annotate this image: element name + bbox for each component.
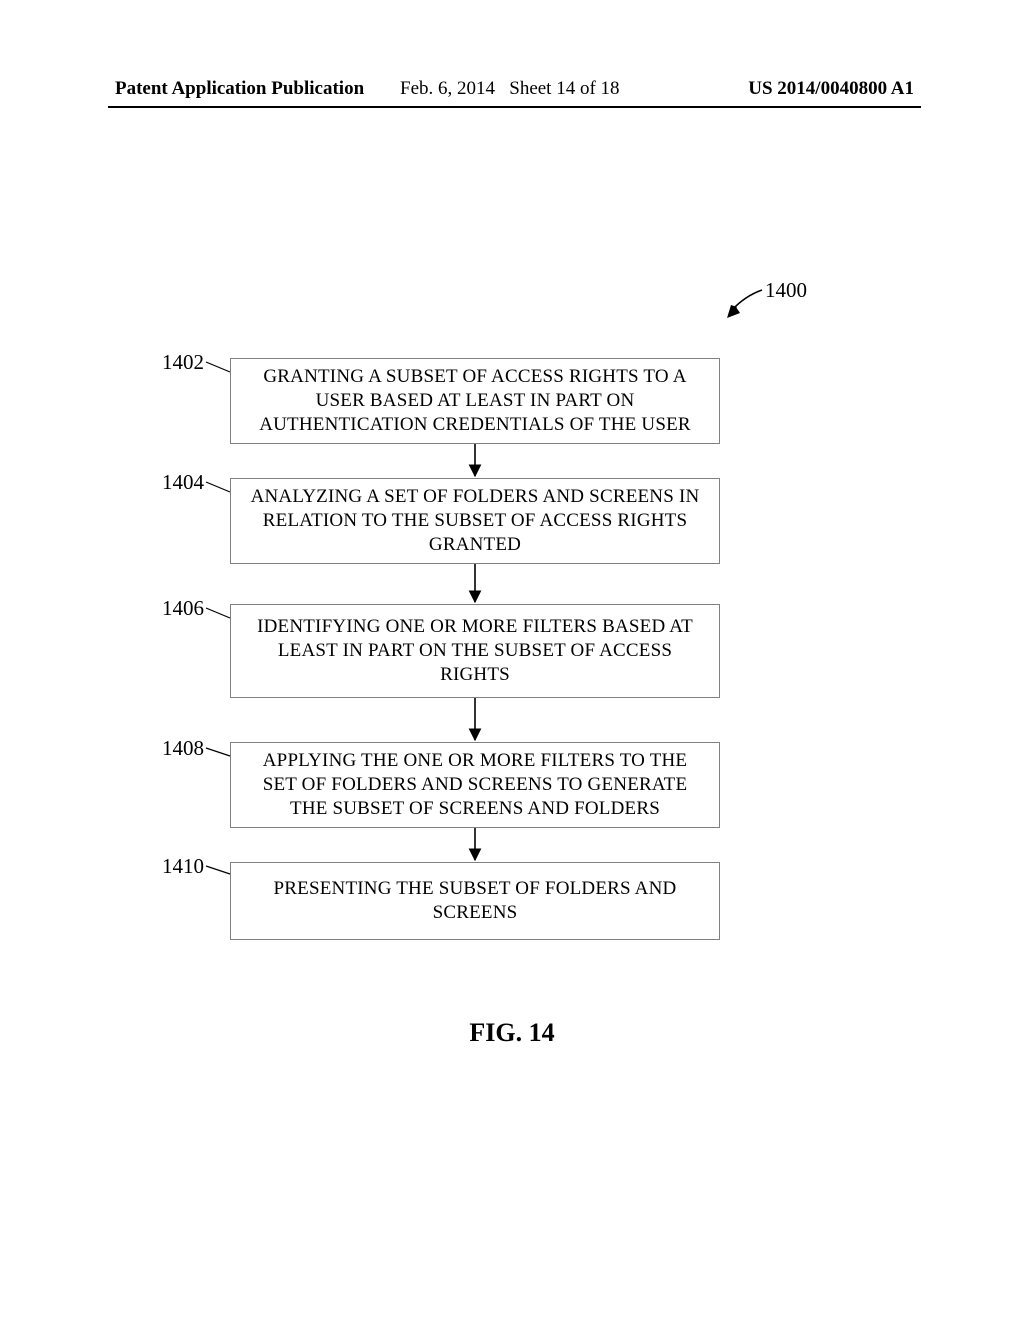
leader-line — [206, 608, 230, 618]
reference-numeral-overall: 1400 — [765, 278, 807, 303]
figure-caption: FIG. 14 — [0, 1018, 1024, 1048]
flow-step-text: IDENTIFYING ONE OR MORE FILTERS BASED AT… — [245, 615, 705, 686]
leader-line — [206, 748, 230, 756]
flow-step-text: ANALYZING A SET OF FOLDERS AND SCREENS I… — [245, 485, 705, 556]
reference-numeral-1402: 1402 — [162, 350, 204, 375]
reference-numeral-1408: 1408 — [162, 736, 204, 761]
leader-line — [206, 866, 230, 874]
flow-step-1402: GRANTING A SUBSET OF ACCESS RIGHTS TO A … — [230, 358, 720, 444]
leader-arrow-1400 — [727, 290, 762, 318]
reference-numeral-1406: 1406 — [162, 596, 204, 621]
flow-step-1406: IDENTIFYING ONE OR MORE FILTERS BASED AT… — [230, 604, 720, 698]
leader-line — [206, 482, 230, 492]
flow-step-text: PRESENTING THE SUBSET OF FOLDERS AND SCR… — [245, 877, 705, 925]
page: Patent Application Publication Feb. 6, 2… — [0, 0, 1024, 1320]
flow-step-1408: APPLYING THE ONE OR MORE FILTERS TO THE … — [230, 742, 720, 828]
leader-line — [206, 362, 230, 372]
flow-step-1410: PRESENTING THE SUBSET OF FOLDERS AND SCR… — [230, 862, 720, 940]
flow-step-1404: ANALYZING A SET OF FOLDERS AND SCREENS I… — [230, 478, 720, 564]
flow-step-text: APPLYING THE ONE OR MORE FILTERS TO THE … — [245, 749, 705, 820]
flow-step-text: GRANTING A SUBSET OF ACCESS RIGHTS TO A … — [245, 365, 705, 436]
flowchart: 1400 GRANTING A SUBSET OF ACCESS RIGHTS … — [0, 0, 1024, 1320]
reference-numeral-1410: 1410 — [162, 854, 204, 879]
reference-numeral-1404: 1404 — [162, 470, 204, 495]
